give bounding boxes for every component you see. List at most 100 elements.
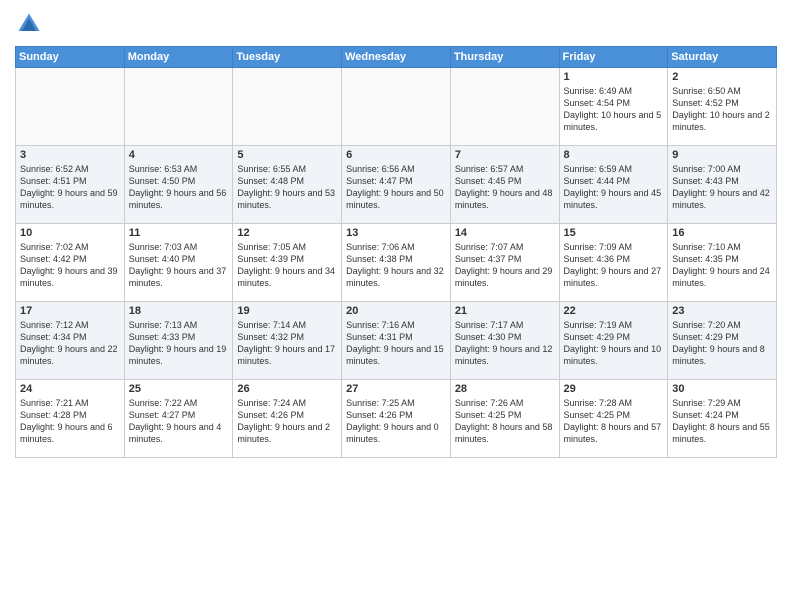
calendar-cell: 29 Sunrise: 7:28 AM Sunset: 4:25 PM Dayli… xyxy=(559,380,668,458)
day-number: 28 xyxy=(455,383,555,395)
day-info: Sunrise: 7:16 AM Sunset: 4:31 PM Dayligh… xyxy=(346,319,446,368)
day-info: Sunrise: 7:14 AM Sunset: 4:32 PM Dayligh… xyxy=(237,319,337,368)
calendar-cell xyxy=(342,68,451,146)
weekday-header: Monday xyxy=(124,47,233,68)
calendar-cell: 11Sunrise: 7:03 AM Sunset: 4:40 PM Dayli… xyxy=(124,224,233,302)
calendar-cell: 4 Sunrise: 6:53 AM Sunset: 4:50 PM Daylig… xyxy=(124,146,233,224)
day-number: 17 xyxy=(20,305,120,317)
calendar-cell: 27Sunrise: 7:25 AM Sunset: 4:26 PM Dayli… xyxy=(342,380,451,458)
calendar-cell: 20 Sunrise: 7:16 AM Sunset: 4:31 PM Dayli… xyxy=(342,302,451,380)
logo xyxy=(15,10,47,38)
day-info: Sunrise: 7:24 AM Sunset: 4:26 PM Dayligh… xyxy=(237,397,337,446)
day-info: Sunrise: 7:10 AM Sunset: 4:35 PM Dayligh… xyxy=(672,241,772,290)
day-info: Sunrise: 7:02 AM Sunset: 4:42 PM Dayligh… xyxy=(20,241,120,290)
day-number: 26 xyxy=(237,383,337,395)
calendar-cell: 12 Sunrise: 7:05 AM Sunset: 4:39 PM Dayli… xyxy=(233,224,342,302)
calendar-cell: 19 Sunrise: 7:14 AM Sunset: 4:32 PM Dayli… xyxy=(233,302,342,380)
calendar-cell: 30 Sunrise: 7:29 AM Sunset: 4:24 PM Dayli… xyxy=(668,380,777,458)
day-number: 22 xyxy=(564,305,664,317)
calendar-cell: 24 Sunrise: 7:21 AM Sunset: 4:28 PM Dayli… xyxy=(16,380,125,458)
day-number: 27 xyxy=(346,383,446,395)
day-number: 12 xyxy=(237,227,337,239)
day-info: Sunrise: 7:12 AM Sunset: 4:34 PM Dayligh… xyxy=(20,319,120,368)
weekday-header: Wednesday xyxy=(342,47,451,68)
day-number: 7 xyxy=(455,149,555,161)
day-number: 18 xyxy=(129,305,229,317)
day-info: Sunrise: 6:55 AM Sunset: 4:48 PM Dayligh… xyxy=(237,163,337,212)
calendar-cell: 18 Sunrise: 7:13 AM Sunset: 4:33 PM Dayli… xyxy=(124,302,233,380)
day-info: Sunrise: 7:07 AM Sunset: 4:37 PM Dayligh… xyxy=(455,241,555,290)
day-number: 16 xyxy=(672,227,772,239)
calendar-cell: 3 Sunrise: 6:52 AM Sunset: 4:51 PM Daylig… xyxy=(16,146,125,224)
day-number: 23 xyxy=(672,305,772,317)
logo-icon xyxy=(15,10,43,38)
header xyxy=(15,10,777,38)
day-number: 20 xyxy=(346,305,446,317)
calendar-cell xyxy=(450,68,559,146)
day-number: 15 xyxy=(564,227,664,239)
day-info: Sunrise: 7:17 AM Sunset: 4:30 PM Dayligh… xyxy=(455,319,555,368)
day-number: 6 xyxy=(346,149,446,161)
day-number: 2 xyxy=(672,71,772,83)
day-info: Sunrise: 7:09 AM Sunset: 4:36 PM Dayligh… xyxy=(564,241,664,290)
weekday-header: Thursday xyxy=(450,47,559,68)
day-info: Sunrise: 7:03 AM Sunset: 4:40 PM Dayligh… xyxy=(129,241,229,290)
calendar-cell: 1Sunrise: 6:49 AM Sunset: 4:54 PM Daylig… xyxy=(559,68,668,146)
calendar-cell xyxy=(16,68,125,146)
weekday-header: Friday xyxy=(559,47,668,68)
day-info: Sunrise: 7:13 AM Sunset: 4:33 PM Dayligh… xyxy=(129,319,229,368)
day-info: Sunrise: 6:57 AM Sunset: 4:45 PM Dayligh… xyxy=(455,163,555,212)
day-info: Sunrise: 6:59 AM Sunset: 4:44 PM Dayligh… xyxy=(564,163,664,212)
day-number: 25 xyxy=(129,383,229,395)
calendar-cell: 15 Sunrise: 7:09 AM Sunset: 4:36 PM Dayli… xyxy=(559,224,668,302)
day-info: Sunrise: 6:56 AM Sunset: 4:47 PM Dayligh… xyxy=(346,163,446,212)
weekday-header: Saturday xyxy=(668,47,777,68)
calendar-cell: 23 Sunrise: 7:20 AM Sunset: 4:29 PM Dayli… xyxy=(668,302,777,380)
day-info: Sunrise: 7:05 AM Sunset: 4:39 PM Dayligh… xyxy=(237,241,337,290)
day-number: 19 xyxy=(237,305,337,317)
page: SundayMondayTuesdayWednesdayThursdayFrid… xyxy=(0,0,792,612)
day-info: Sunrise: 7:26 AM Sunset: 4:25 PM Dayligh… xyxy=(455,397,555,446)
calendar-cell: 5 Sunrise: 6:55 AM Sunset: 4:48 PM Daylig… xyxy=(233,146,342,224)
day-number: 9 xyxy=(672,149,772,161)
day-info: Sunrise: 7:00 AM Sunset: 4:43 PM Dayligh… xyxy=(672,163,772,212)
day-info: Sunrise: 6:50 AM Sunset: 4:52 PM Dayligh… xyxy=(672,85,772,134)
day-number: 21 xyxy=(455,305,555,317)
day-info: Sunrise: 7:29 AM Sunset: 4:24 PM Dayligh… xyxy=(672,397,772,446)
calendar-cell: 25 Sunrise: 7:22 AM Sunset: 4:27 PM Dayli… xyxy=(124,380,233,458)
calendar-cell: 2 Sunrise: 6:50 AM Sunset: 4:52 PM Daylig… xyxy=(668,68,777,146)
day-number: 3 xyxy=(20,149,120,161)
calendar-cell: 8 Sunrise: 6:59 AM Sunset: 4:44 PM Daylig… xyxy=(559,146,668,224)
day-number: 8 xyxy=(564,149,664,161)
day-number: 10 xyxy=(20,227,120,239)
day-number: 5 xyxy=(237,149,337,161)
calendar-cell: 9 Sunrise: 7:00 AM Sunset: 4:43 PM Daylig… xyxy=(668,146,777,224)
day-info: Sunrise: 7:19 AM Sunset: 4:29 PM Dayligh… xyxy=(564,319,664,368)
day-number: 29 xyxy=(564,383,664,395)
calendar-cell xyxy=(233,68,342,146)
day-info: Sunrise: 7:28 AM Sunset: 4:25 PM Dayligh… xyxy=(564,397,664,446)
day-info: Sunrise: 7:21 AM Sunset: 4:28 PM Dayligh… xyxy=(20,397,120,446)
day-info: Sunrise: 7:22 AM Sunset: 4:27 PM Dayligh… xyxy=(129,397,229,446)
calendar: SundayMondayTuesdayWednesdayThursdayFrid… xyxy=(15,46,777,458)
day-number: 30 xyxy=(672,383,772,395)
day-info: Sunrise: 6:52 AM Sunset: 4:51 PM Dayligh… xyxy=(20,163,120,212)
weekday-header: Sunday xyxy=(16,47,125,68)
day-info: Sunrise: 7:20 AM Sunset: 4:29 PM Dayligh… xyxy=(672,319,772,368)
day-info: Sunrise: 6:53 AM Sunset: 4:50 PM Dayligh… xyxy=(129,163,229,212)
weekday-header: Tuesday xyxy=(233,47,342,68)
day-number: 4 xyxy=(129,149,229,161)
calendar-cell: 6 Sunrise: 6:56 AM Sunset: 4:47 PM Daylig… xyxy=(342,146,451,224)
calendar-cell: 21 Sunrise: 7:17 AM Sunset: 4:30 PM Dayli… xyxy=(450,302,559,380)
calendar-cell: 22 Sunrise: 7:19 AM Sunset: 4:29 PM Dayli… xyxy=(559,302,668,380)
calendar-cell: 17 Sunrise: 7:12 AM Sunset: 4:34 PM Dayli… xyxy=(16,302,125,380)
calendar-cell: 14Sunrise: 7:07 AM Sunset: 4:37 PM Dayli… xyxy=(450,224,559,302)
calendar-cell: 13 Sunrise: 7:06 AM Sunset: 4:38 PM Dayli… xyxy=(342,224,451,302)
day-number: 24 xyxy=(20,383,120,395)
day-info: Sunrise: 7:06 AM Sunset: 4:38 PM Dayligh… xyxy=(346,241,446,290)
calendar-cell: 7 Sunrise: 6:57 AM Sunset: 4:45 PM Daylig… xyxy=(450,146,559,224)
day-number: 13 xyxy=(346,227,446,239)
calendar-cell: 10 Sunrise: 7:02 AM Sunset: 4:42 PM Dayli… xyxy=(16,224,125,302)
calendar-cell xyxy=(124,68,233,146)
day-number: 1 xyxy=(564,71,664,83)
